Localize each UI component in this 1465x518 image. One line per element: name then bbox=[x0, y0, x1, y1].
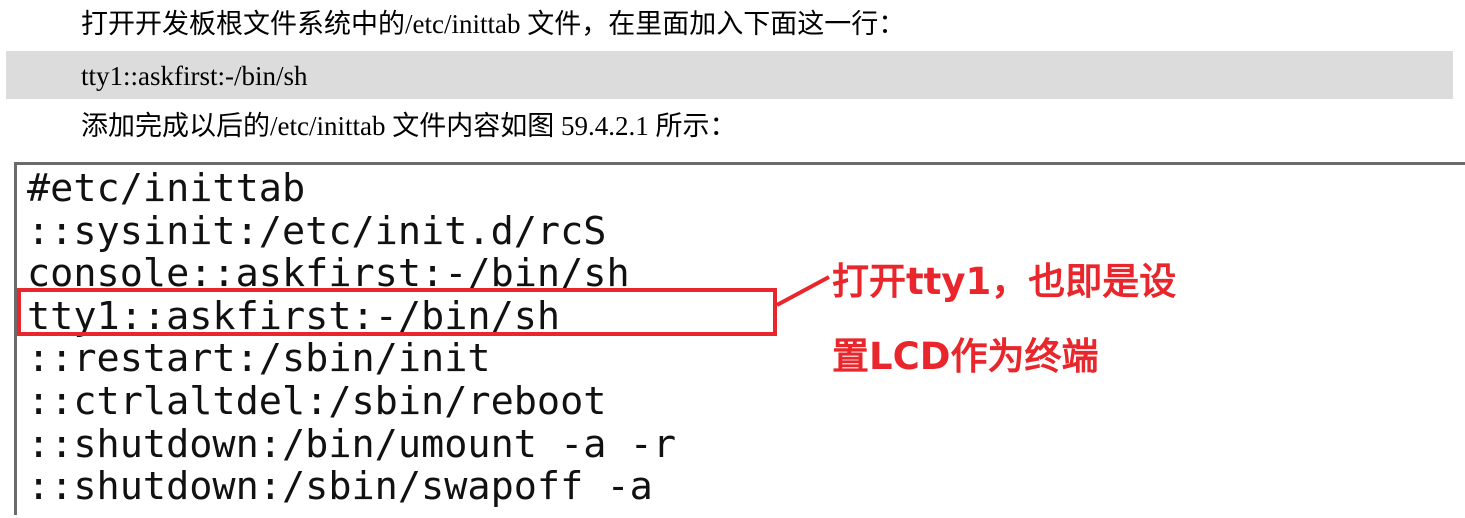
figure-reference-paragraph: 添加完成以后的/etc/inittab 文件内容如图 59.4.2.1 所示： bbox=[81, 111, 737, 141]
intro-paragraph: 打开开发板根文件系统中的/etc/inittab 文件，在里面加入下面这一行： bbox=[81, 9, 906, 39]
callout-connector bbox=[776, 275, 830, 307]
inittab-figure: #etc/inittab ::sysinit:/etc/init.d/rcS c… bbox=[14, 162, 1465, 515]
callout-text-line2: 置LCD作为终端 bbox=[832, 335, 1099, 378]
code-snippet-text: tty1::askfirst:-/bin/sh bbox=[81, 61, 308, 91]
code-snippet: tty1::askfirst:-/bin/sh bbox=[6, 51, 1453, 99]
callout-text-line1: 打开tty1，也即是设 bbox=[832, 260, 1177, 303]
